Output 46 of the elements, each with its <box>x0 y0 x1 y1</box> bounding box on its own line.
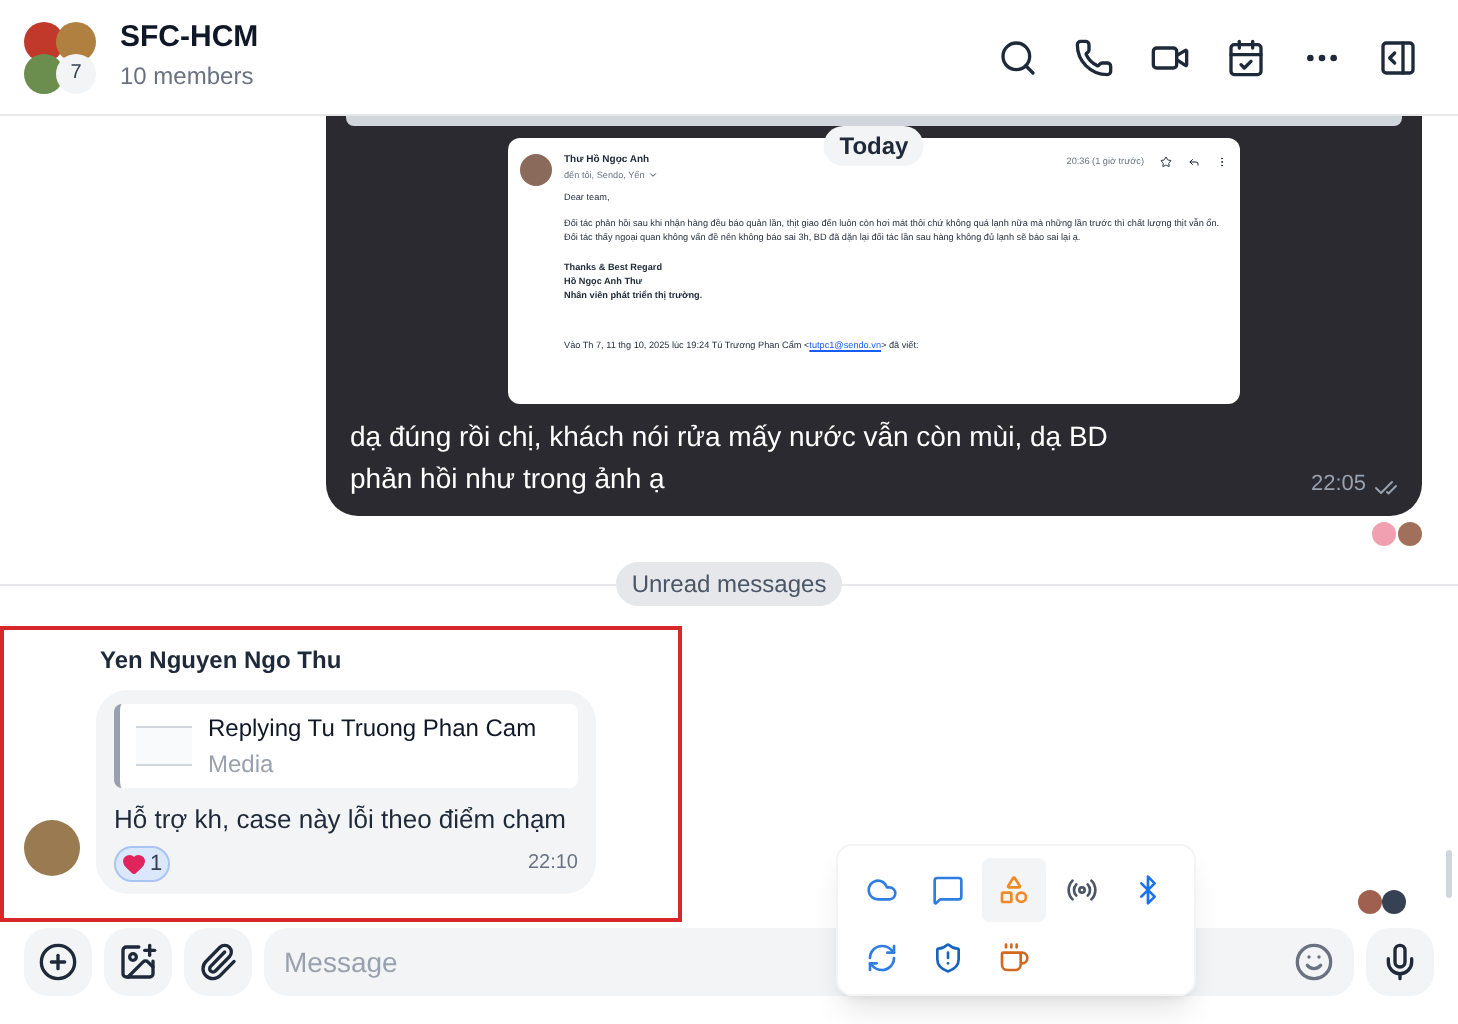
message-text: Hỗ trợ kh, case này lỗi theo điểm chạm <box>114 802 569 838</box>
star-icon[interactable] <box>1160 155 1172 167</box>
heart-icon <box>122 851 146 876</box>
chat-title: SFC-HCM <box>120 20 259 58</box>
message-time: 22:10 <box>527 850 578 879</box>
reply-preview[interactable]: Replying Tu Truong Phan Cam Media <box>114 704 578 788</box>
reader-avatar <box>1358 890 1382 914</box>
image-icon <box>118 942 158 982</box>
reader-avatar <box>1398 522 1422 546</box>
message-field[interactable]: Message <box>284 941 1294 983</box>
message-text: dạ đúng rồi chị, khách nói rửa mấy nước vẫn còn mùi, dạ BD phản hồi như trong ảnh ạ <box>350 418 1110 498</box>
shield-icon <box>932 942 965 974</box>
broadcast-icon <box>1065 874 1098 906</box>
paperclip-icon <box>198 942 238 982</box>
add-button[interactable] <box>24 928 92 996</box>
microphone-button[interactable] <box>1366 928 1434 996</box>
reply-subtitle: Media <box>208 748 276 782</box>
side-panel-icon[interactable] <box>1378 37 1418 77</box>
sender-name: Yen Nguyen Ngo Thu <box>100 644 344 678</box>
member-count: 7 <box>56 53 96 93</box>
attach-button[interactable] <box>184 928 252 996</box>
media-thumbnail <box>136 726 192 766</box>
date-pill: Today <box>823 126 925 166</box>
reader-avatar <box>1372 522 1396 546</box>
sender-avatar <box>520 154 552 186</box>
chat-icon <box>932 874 965 906</box>
unread-divider-label: Unread messages <box>615 562 843 606</box>
sync-icon <box>866 942 898 974</box>
calendar-check-icon[interactable] <box>1226 37 1266 77</box>
reply-title: Replying Tu Truong Phan Cam <box>208 712 537 746</box>
message-time: 22:05 <box>1310 469 1366 499</box>
sender-avatar <box>24 820 80 876</box>
image-button[interactable] <box>104 928 172 996</box>
shapes-icon <box>998 874 1031 906</box>
caret-icon[interactable] <box>648 170 659 180</box>
plus-icon <box>38 942 78 982</box>
scrollbar-thumb[interactable] <box>1446 850 1452 898</box>
search-icon[interactable] <box>998 37 1038 77</box>
heart-reaction[interactable]: 1 <box>114 845 171 882</box>
cloud-icon <box>866 874 898 906</box>
emoji-icon[interactable] <box>1294 942 1334 982</box>
phone-icon[interactable] <box>1074 37 1114 77</box>
chat-subtitle: 10 members <box>120 59 256 94</box>
reply-icon[interactable] <box>1188 155 1200 167</box>
avatar <box>56 21 96 61</box>
reader-avatar <box>1382 890 1406 914</box>
